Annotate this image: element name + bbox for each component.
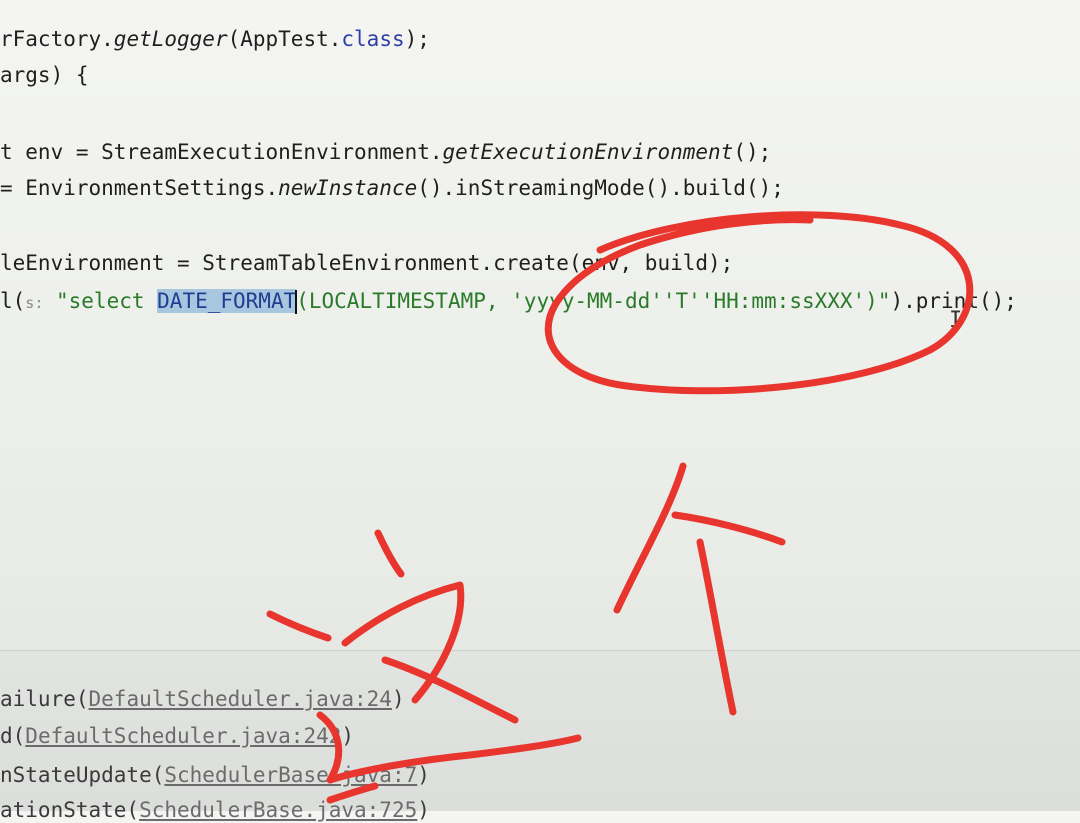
source-link[interactable]: SchedulerBase.java:725: [139, 798, 417, 822]
selected-text: DATE_FORMAT: [157, 289, 297, 313]
code-line-3: t env = StreamExecutionEnvironment.getEx…: [0, 140, 772, 164]
stack-trace-line: nStateUpdate(SchedulerBase.java:7): [0, 763, 430, 787]
code-line-5: leEnvironment = StreamTableEnvironment.c…: [0, 251, 734, 275]
param-hint: s:: [25, 294, 44, 312]
code-line-4: = EnvironmentSettings.newInstance().inSt…: [0, 176, 784, 200]
stack-trace-line: ationState(SchedulerBase.java:725): [0, 798, 430, 822]
source-link[interactable]: DefaultScheduler.java:24: [89, 687, 392, 711]
stack-trace-line: d(DefaultScheduler.java:242): [0, 724, 355, 748]
source-link[interactable]: SchedulerBase.java:7: [164, 763, 417, 787]
stack-trace-line: ailure(DefaultScheduler.java:24): [0, 687, 405, 711]
ibeam-cursor-icon: I: [949, 308, 963, 333]
run-console[interactable]: ailure(DefaultScheduler.java:24) d(Defau…: [0, 650, 1080, 822]
code-line-2: args) {: [0, 63, 89, 87]
code-line-6: l(s: "select DATE_FORMAT(LOCALTIMESTAMP,…: [0, 289, 1017, 314]
code-line-1: rFactory.getLogger(AppTest.class);: [0, 27, 430, 51]
source-link[interactable]: DefaultScheduler.java:242: [25, 724, 341, 748]
code-editor[interactable]: rFactory.getLogger(AppTest.class); args)…: [0, 0, 1080, 650]
